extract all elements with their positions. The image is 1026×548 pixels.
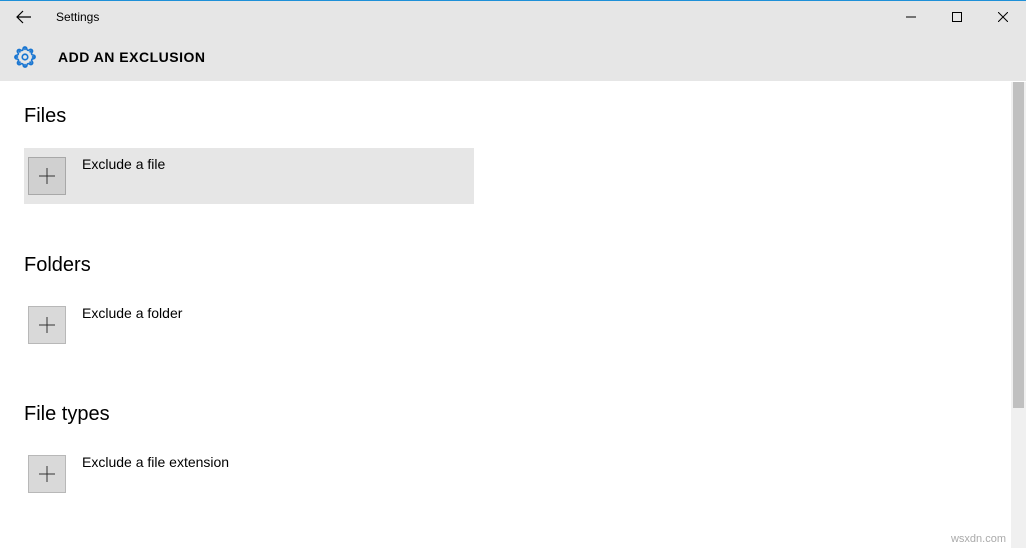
- titlebar-left: Settings: [0, 1, 99, 33]
- scrollbar[interactable]: [1011, 82, 1026, 548]
- titlebar: Settings: [0, 1, 1026, 33]
- content: Files Exclude a file Folders Exclude a f…: [0, 81, 1026, 548]
- exclude-folder-button[interactable]: Exclude a folder: [24, 297, 474, 353]
- gear-icon: [14, 46, 36, 68]
- plus-icon: [39, 466, 55, 482]
- close-button[interactable]: [980, 1, 1026, 33]
- plus-box: [28, 157, 66, 195]
- minimize-icon: [906, 12, 916, 22]
- section-filetypes: File types Exclude a file extension: [24, 403, 1026, 502]
- exclude-file-label: Exclude a file: [82, 156, 165, 172]
- exclude-extension-label: Exclude a file extension: [82, 454, 229, 470]
- plus-icon: [39, 168, 55, 184]
- back-arrow-icon: [16, 9, 32, 25]
- minimize-button[interactable]: [888, 1, 934, 33]
- header: ADD AN EXCLUSION: [0, 33, 1026, 81]
- plus-icon: [39, 317, 55, 333]
- exclude-folder-label: Exclude a folder: [82, 305, 182, 321]
- watermark: wsxdn.com: [951, 533, 1006, 545]
- plus-box: [28, 306, 66, 344]
- section-folders: Folders Exclude a folder: [24, 254, 1026, 353]
- scrollbar-thumb[interactable]: [1013, 82, 1024, 408]
- page-title: ADD AN EXCLUSION: [58, 49, 206, 65]
- filetypes-heading: File types: [24, 403, 1026, 426]
- maximize-button[interactable]: [934, 1, 980, 33]
- back-button[interactable]: [0, 1, 48, 33]
- window-controls: [888, 1, 1026, 33]
- plus-box: [28, 455, 66, 493]
- app-title: Settings: [56, 10, 99, 24]
- files-heading: Files: [24, 105, 1026, 128]
- maximize-icon: [952, 12, 962, 22]
- folders-heading: Folders: [24, 254, 1026, 277]
- close-icon: [998, 12, 1008, 22]
- section-files: Files Exclude a file: [24, 105, 1026, 204]
- exclude-file-button[interactable]: Exclude a file: [24, 148, 474, 204]
- exclude-extension-button[interactable]: Exclude a file extension: [24, 446, 474, 502]
